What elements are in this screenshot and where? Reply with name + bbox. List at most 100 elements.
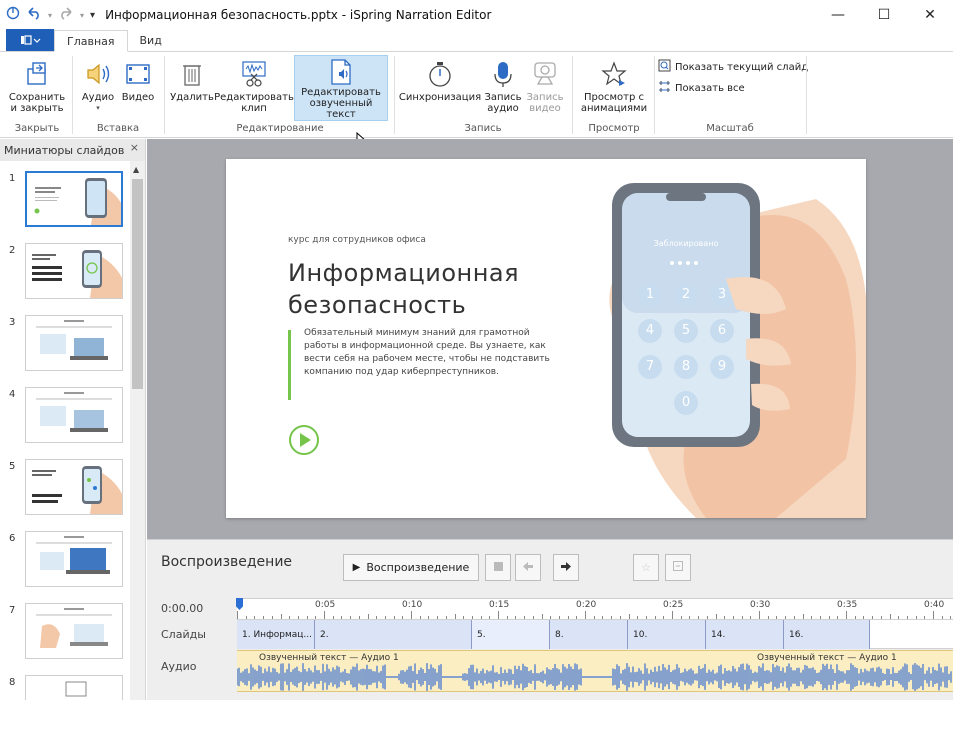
stop-button[interactable] xyxy=(485,554,511,581)
thumbnail-number: 2 xyxy=(9,245,16,256)
show-current-slide-button[interactable]: Показать текущий слайд xyxy=(658,59,808,75)
slide-segment[interactable]: 10. xyxy=(628,620,706,649)
maximize-button[interactable]: ☐ xyxy=(861,0,907,30)
edit-narration-button[interactable]: Редактировать озвученный текст xyxy=(294,55,388,121)
undo-icon[interactable] xyxy=(26,6,42,24)
save-close-label: Сохранить и закрыть xyxy=(8,92,66,114)
chevron-down-icon: ▾ xyxy=(96,104,100,112)
ruler-tick xyxy=(576,616,578,619)
previous-button[interactable] xyxy=(515,554,541,581)
customize-qat-icon[interactable]: ▾ xyxy=(90,10,95,21)
ruler-label: 0:20 xyxy=(576,600,597,610)
ruler-tick xyxy=(558,616,560,619)
slide-title-line-2: безопасность xyxy=(288,291,467,319)
minimize-button[interactable]: — xyxy=(815,0,861,30)
save-icon xyxy=(23,56,51,92)
slide-segment[interactable]: 2. xyxy=(315,620,472,649)
play-circle-icon xyxy=(288,424,320,459)
slide-title: Информационная безопасность xyxy=(288,257,519,321)
close-pane-icon[interactable]: × xyxy=(130,141,139,154)
arrow-right-icon xyxy=(561,561,571,574)
thumbnail-slide-5[interactable]: 5 xyxy=(0,457,130,523)
ruler-label: 0:40 xyxy=(924,600,945,610)
thumbnail-slide-4[interactable]: 4 xyxy=(0,385,130,451)
show-all-button[interactable]: Показать все xyxy=(658,80,745,96)
thumbnail-slide-1[interactable]: 1 xyxy=(0,169,130,235)
slide-segment[interactable]: 1. Информац... xyxy=(237,620,315,649)
ruler-label: 0:25 xyxy=(663,600,684,610)
group-label-preview: Просмотр xyxy=(588,123,640,134)
delete-button[interactable]: Удалить xyxy=(170,56,214,103)
thumbnail-slide-6[interactable]: 6 xyxy=(0,529,130,595)
ruler-tick xyxy=(828,616,830,619)
close-button[interactable]: ✕ xyxy=(907,0,953,30)
favorite-button[interactable]: ☆ xyxy=(633,554,659,581)
scrollbar-thumb[interactable] xyxy=(132,179,143,389)
edit-clip-button[interactable]: Редактировать клип xyxy=(214,56,294,114)
file-menu-button[interactable] xyxy=(6,29,54,51)
audio-clip-label: Озвученный текст — Аудио 1 xyxy=(259,653,399,663)
ruler-tick xyxy=(271,616,273,619)
ruler-tick xyxy=(280,614,282,619)
scroll-up-icon[interactable]: ▲ xyxy=(133,165,139,174)
play-button[interactable]: ▶ Воспроизведение xyxy=(343,554,479,581)
thumbnail-number: 3 xyxy=(9,317,16,328)
audio-track[interactable]: Озвученный текст — Аудио 1 Озвученный те… xyxy=(237,650,953,692)
ruler-tick xyxy=(602,616,604,619)
preview-animations-label: Просмотр с анимациями xyxy=(580,92,648,114)
ribbon-tabs: Главная Вид xyxy=(0,29,953,52)
delete-label: Удалить xyxy=(170,92,214,103)
star-icon xyxy=(599,56,629,92)
save-close-button[interactable]: Сохранить и закрыть xyxy=(6,56,68,114)
insert-video-button[interactable]: Видео xyxy=(120,56,156,103)
record-audio-button[interactable]: Запись аудио xyxy=(482,56,524,114)
tab-view[interactable]: Вид xyxy=(128,29,174,51)
play-icon: ▶ xyxy=(352,562,361,573)
slide-button[interactable] xyxy=(665,554,691,581)
ruler-tick xyxy=(741,616,743,619)
ruler-tick xyxy=(819,616,821,619)
thumbnails-scrollbar[interactable]: ▲ xyxy=(130,161,145,700)
ruler-tick xyxy=(898,616,900,619)
keypad-key: 2 xyxy=(681,287,691,302)
thumbnail-slide-2[interactable]: 2 xyxy=(0,241,130,307)
redo-icon[interactable] xyxy=(58,6,74,24)
ruler-tick xyxy=(471,616,473,619)
slide-canvas[interactable]: курс для сотрудников офиса Информационна… xyxy=(226,159,866,518)
next-button[interactable] xyxy=(553,554,579,581)
slide-segment[interactable]: 5. xyxy=(472,620,550,649)
sync-button[interactable]: Синхронизация xyxy=(398,56,482,103)
redo-dropdown-icon[interactable]: ▾ xyxy=(80,11,84,20)
tab-home[interactable]: Главная xyxy=(54,30,128,52)
undo-dropdown-icon[interactable]: ▾ xyxy=(48,11,52,20)
arrow-left-icon xyxy=(523,561,533,574)
ruler-tick xyxy=(550,616,552,619)
ribbon-separator xyxy=(394,56,395,134)
ruler-tick xyxy=(297,616,299,619)
preview-animations-button[interactable]: Просмотр с анимациями xyxy=(576,56,652,114)
ruler-tick xyxy=(376,616,378,619)
ruler-tick xyxy=(759,611,760,619)
slide-segment[interactable]: 8. xyxy=(550,620,628,649)
thumbnail-slide-7[interactable]: 7 xyxy=(0,601,130,667)
thumbnail-slide-3[interactable]: 3 xyxy=(0,313,130,379)
keypad-key: 3 xyxy=(717,287,727,302)
insert-audio-button[interactable]: Аудио ▾ xyxy=(78,56,118,114)
stop-icon xyxy=(493,561,503,574)
ruler-tick xyxy=(706,616,708,619)
keypad-key: 5 xyxy=(681,323,691,338)
record-video-button[interactable]: Запись видео xyxy=(524,56,566,114)
ruler-tick xyxy=(767,616,769,619)
ruler-label: 0:10 xyxy=(402,600,423,610)
app-icon xyxy=(6,6,20,24)
thumbnail-slide-8[interactable]: 8 xyxy=(0,673,130,700)
window-controls: — ☐ ✕ xyxy=(815,0,953,30)
ruler-tick xyxy=(924,616,926,619)
fit-all-icon xyxy=(658,80,671,96)
slide-segment[interactable]: 16. xyxy=(784,620,870,649)
slide-segment[interactable]: 14. xyxy=(706,620,784,649)
ruler-tick xyxy=(889,614,891,619)
timeline-ruler[interactable]: 0:05 0:10 0:15 0:20 0:25 0:30 0:35 0:40 xyxy=(237,598,953,620)
thumbnail-image xyxy=(25,603,123,659)
playback-title: Воспроизведение xyxy=(161,554,293,570)
